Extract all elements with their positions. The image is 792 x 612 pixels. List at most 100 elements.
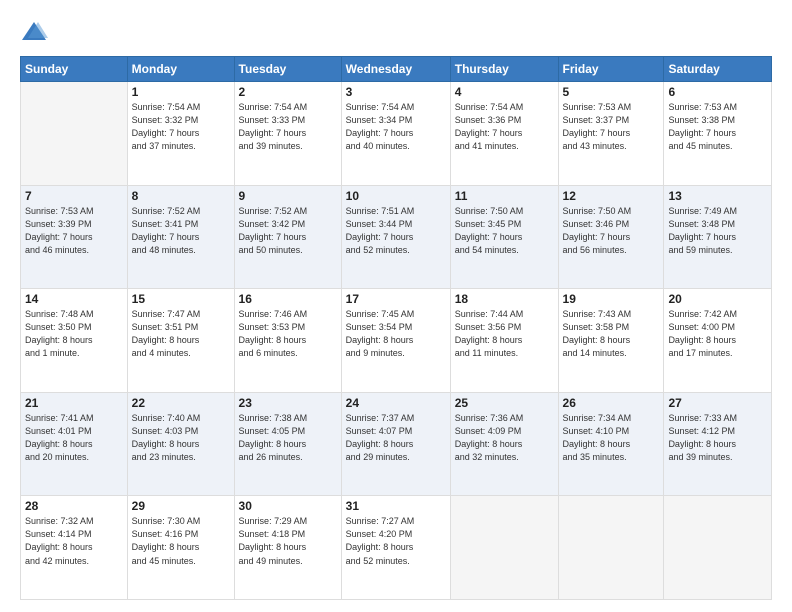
weekday-monday: Monday: [127, 57, 234, 82]
day-info: Sunrise: 7:53 AM Sunset: 3:37 PM Dayligh…: [563, 101, 660, 153]
calendar-cell: 12 Sunrise: 7:50 AM Sunset: 3:46 PM Dayli…: [558, 185, 664, 289]
calendar-cell: 23 Sunrise: 7:38 AM Sunset: 4:05 PM Dayli…: [234, 392, 341, 496]
day-info: Sunrise: 7:38 AM Sunset: 4:05 PM Dayligh…: [239, 412, 337, 464]
calendar-cell: 30Sunrise: 7:29 AM Sunset: 4:18 PM Dayli…: [234, 496, 341, 600]
calendar-cell: 2Sunrise: 7:54 AM Sunset: 3:33 PM Daylig…: [234, 82, 341, 186]
day-number: 1: [132, 85, 230, 99]
calendar-cell: 29 Sunrise: 7:30 AM Sunset: 4:16 PM Dayli…: [127, 496, 234, 600]
day-info: Sunrise: 7:46 AM Sunset: 3:53 PM Dayligh…: [239, 308, 337, 360]
day-info: Sunrise: 7:33 AM Sunset: 4:12 PM Dayligh…: [668, 412, 767, 464]
week-row-4: 21 Sunrise: 7:41 AM Sunset: 4:01 PM Dayli…: [21, 392, 772, 496]
day-number: 30: [239, 499, 337, 513]
day-number: 26: [563, 396, 660, 410]
day-info: Sunrise: 7:53 AM Sunset: 3:39 PM Dayligh…: [25, 205, 123, 257]
calendar-cell: 13 Sunrise: 7:49 AM Sunset: 3:48 PM Dayli…: [664, 185, 772, 289]
calendar-cell: [558, 496, 664, 600]
calendar-cell: 8Sunrise: 7:52 AM Sunset: 3:41 PM Daylig…: [127, 185, 234, 289]
calendar-cell: 1 Sunrise: 7:54 AM Sunset: 3:32 PM Daylig…: [127, 82, 234, 186]
day-info: Sunrise: 7:45 AM Sunset: 3:54 PM Dayligh…: [346, 308, 446, 360]
day-info: Sunrise: 7:49 AM Sunset: 3:48 PM Dayligh…: [668, 205, 767, 257]
day-info: Sunrise: 7:37 AM Sunset: 4:07 PM Dayligh…: [346, 412, 446, 464]
calendar-cell: 19Sunrise: 7:43 AM Sunset: 3:58 PM Dayli…: [558, 289, 664, 393]
day-info: Sunrise: 7:54 AM Sunset: 3:34 PM Dayligh…: [346, 101, 446, 153]
day-info: Sunrise: 7:32 AM Sunset: 4:14 PM Dayligh…: [25, 515, 123, 567]
calendar-cell: 31Sunrise: 7:27 AM Sunset: 4:20 PM Dayli…: [341, 496, 450, 600]
calendar-cell: 7Sunrise: 7:53 AM Sunset: 3:39 PM Daylig…: [21, 185, 128, 289]
weekday-friday: Friday: [558, 57, 664, 82]
calendar-cell: [450, 496, 558, 600]
day-number: 12: [563, 189, 660, 203]
day-number: 29: [132, 499, 230, 513]
day-number: 24: [346, 396, 446, 410]
day-number: 20: [668, 292, 767, 306]
day-number: 23: [239, 396, 337, 410]
calendar-cell: 14 Sunrise: 7:48 AM Sunset: 3:50 PM Dayli…: [21, 289, 128, 393]
weekday-wednesday: Wednesday: [341, 57, 450, 82]
day-info: Sunrise: 7:54 AM Sunset: 3:32 PM Dayligh…: [132, 101, 230, 153]
day-number: 16: [239, 292, 337, 306]
calendar-cell: 25Sunrise: 7:36 AM Sunset: 4:09 PM Dayli…: [450, 392, 558, 496]
logo: [20, 18, 50, 46]
day-info: Sunrise: 7:53 AM Sunset: 3:38 PM Dayligh…: [668, 101, 767, 153]
day-number: 21: [25, 396, 123, 410]
day-info: Sunrise: 7:43 AM Sunset: 3:58 PM Dayligh…: [563, 308, 660, 360]
week-row-3: 14 Sunrise: 7:48 AM Sunset: 3:50 PM Dayli…: [21, 289, 772, 393]
logo-icon: [20, 18, 48, 46]
calendar-cell: 3 Sunrise: 7:54 AM Sunset: 3:34 PM Daylig…: [341, 82, 450, 186]
calendar-cell: 4 Sunrise: 7:54 AM Sunset: 3:36 PM Daylig…: [450, 82, 558, 186]
calendar-cell: 18 Sunrise: 7:44 AM Sunset: 3:56 PM Dayli…: [450, 289, 558, 393]
day-number: 3: [346, 85, 446, 99]
calendar-cell: 20 Sunrise: 7:42 AM Sunset: 4:00 PM Dayli…: [664, 289, 772, 393]
day-info: Sunrise: 7:42 AM Sunset: 4:00 PM Dayligh…: [668, 308, 767, 360]
calendar-cell: 11Sunrise: 7:50 AM Sunset: 3:45 PM Dayli…: [450, 185, 558, 289]
day-number: 17: [346, 292, 446, 306]
day-number: 22: [132, 396, 230, 410]
weekday-saturday: Saturday: [664, 57, 772, 82]
calendar-cell: 28 Sunrise: 7:32 AM Sunset: 4:14 PM Dayli…: [21, 496, 128, 600]
day-number: 4: [455, 85, 554, 99]
day-number: 10: [346, 189, 446, 203]
day-info: Sunrise: 7:51 AM Sunset: 3:44 PM Dayligh…: [346, 205, 446, 257]
calendar-cell: 21 Sunrise: 7:41 AM Sunset: 4:01 PM Dayli…: [21, 392, 128, 496]
week-row-5: 28 Sunrise: 7:32 AM Sunset: 4:14 PM Dayli…: [21, 496, 772, 600]
day-info: Sunrise: 7:30 AM Sunset: 4:16 PM Dayligh…: [132, 515, 230, 567]
day-number: 27: [668, 396, 767, 410]
day-number: 5: [563, 85, 660, 99]
weekday-tuesday: Tuesday: [234, 57, 341, 82]
day-number: 14: [25, 292, 123, 306]
weekday-thursday: Thursday: [450, 57, 558, 82]
calendar-table: SundayMondayTuesdayWednesdayThursdayFrid…: [20, 56, 772, 600]
day-info: Sunrise: 7:52 AM Sunset: 3:41 PM Dayligh…: [132, 205, 230, 257]
calendar-cell: 15 Sunrise: 7:47 AM Sunset: 3:51 PM Dayli…: [127, 289, 234, 393]
day-number: 18: [455, 292, 554, 306]
day-info: Sunrise: 7:50 AM Sunset: 3:45 PM Dayligh…: [455, 205, 554, 257]
calendar-cell: 9 Sunrise: 7:52 AM Sunset: 3:42 PM Daylig…: [234, 185, 341, 289]
calendar-cell: 16 Sunrise: 7:46 AM Sunset: 3:53 PM Dayli…: [234, 289, 341, 393]
calendar-cell: 6 Sunrise: 7:53 AM Sunset: 3:38 PM Daylig…: [664, 82, 772, 186]
calendar-body: 1 Sunrise: 7:54 AM Sunset: 3:32 PM Daylig…: [21, 82, 772, 600]
day-number: 9: [239, 189, 337, 203]
calendar-cell: [664, 496, 772, 600]
calendar-cell: 27 Sunrise: 7:33 AM Sunset: 4:12 PM Dayli…: [664, 392, 772, 496]
calendar-cell: 26Sunrise: 7:34 AM Sunset: 4:10 PM Dayli…: [558, 392, 664, 496]
day-info: Sunrise: 7:40 AM Sunset: 4:03 PM Dayligh…: [132, 412, 230, 464]
day-info: Sunrise: 7:36 AM Sunset: 4:09 PM Dayligh…: [455, 412, 554, 464]
day-info: Sunrise: 7:47 AM Sunset: 3:51 PM Dayligh…: [132, 308, 230, 360]
day-number: 31: [346, 499, 446, 513]
day-info: Sunrise: 7:54 AM Sunset: 3:33 PM Dayligh…: [239, 101, 337, 153]
day-number: 15: [132, 292, 230, 306]
calendar-cell: [21, 82, 128, 186]
calendar-cell: 17 Sunrise: 7:45 AM Sunset: 3:54 PM Dayli…: [341, 289, 450, 393]
weekday-sunday: Sunday: [21, 57, 128, 82]
day-info: Sunrise: 7:44 AM Sunset: 3:56 PM Dayligh…: [455, 308, 554, 360]
day-info: Sunrise: 7:54 AM Sunset: 3:36 PM Dayligh…: [455, 101, 554, 153]
day-info: Sunrise: 7:52 AM Sunset: 3:42 PM Dayligh…: [239, 205, 337, 257]
day-number: 6: [668, 85, 767, 99]
day-info: Sunrise: 7:50 AM Sunset: 3:46 PM Dayligh…: [563, 205, 660, 257]
week-row-1: 1 Sunrise: 7:54 AM Sunset: 3:32 PM Daylig…: [21, 82, 772, 186]
day-info: Sunrise: 7:48 AM Sunset: 3:50 PM Dayligh…: [25, 308, 123, 360]
day-info: Sunrise: 7:41 AM Sunset: 4:01 PM Dayligh…: [25, 412, 123, 464]
weekday-header-row: SundayMondayTuesdayWednesdayThursdayFrid…: [21, 57, 772, 82]
day-number: 28: [25, 499, 123, 513]
day-number: 13: [668, 189, 767, 203]
